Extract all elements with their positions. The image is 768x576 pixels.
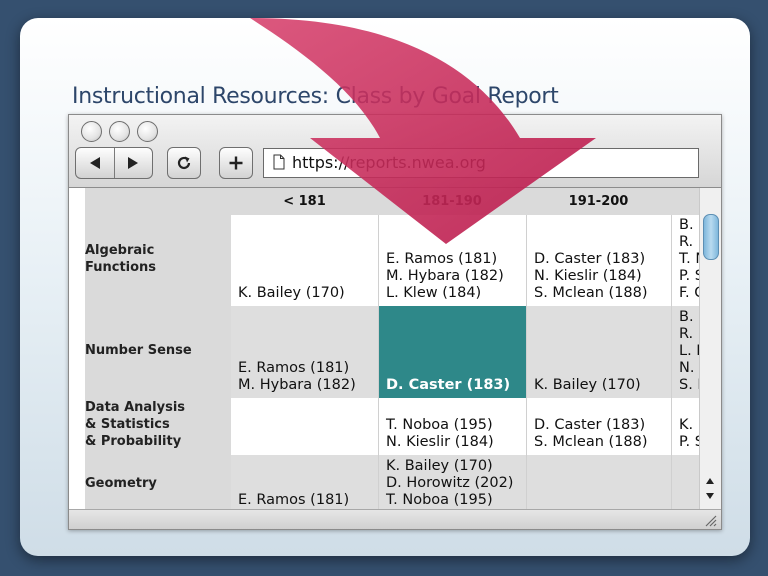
goal-cell[interactable]: B. IR. IT. NP. SF. C [671,215,699,306]
student-name: T. Noboa (195) [386,492,493,508]
row-label-line: & Statistics [85,417,170,432]
goal-cell[interactable]: D. Caster (183) [378,306,527,398]
goal-cell[interactable]: E. Ramos (181) M. Hybara (182) L. Klew (18… [378,215,527,306]
plus-icon [229,156,243,170]
goal-cell[interactable]: K. Bailey (170) [526,306,672,398]
window-zoom-button[interactable] [137,121,158,142]
student-name: B. I [679,217,699,233]
student-name: R. I [679,326,699,342]
row-label-line: Geometry [85,475,157,491]
status-bar [69,509,721,529]
row-label-line: Number Sense [85,342,192,358]
student-name: M. Hybara (182) [238,377,356,393]
student-name: P. S [679,268,699,284]
student-name: N. Kieslir (184) [386,434,494,450]
resize-grip-icon[interactable] [703,513,717,527]
forward-arrow-icon [128,157,138,169]
student-name: K. Bailey (170) [238,285,345,301]
browser-window: https://reports.nwea.org < 181 181-190 191… [68,114,722,530]
document-icon [273,154,285,170]
student-name: D. Caster (183) [386,377,511,393]
goal-cell[interactable] [231,398,378,455]
address-bar[interactable]: https://reports.nwea.org [263,148,699,178]
slide-title: Instructional Resources: Class by Goal R… [72,84,559,109]
student-name: S. I [679,377,699,393]
column-header: < 181 [283,194,326,209]
student-name: B. I [679,309,699,325]
forward-button[interactable] [114,148,152,178]
reload-button[interactable] [167,147,201,179]
goal-cell[interactable]: T. Noboa (195) N. Kieslir (184) [378,398,527,455]
row-label-line: Data Analysis [85,400,186,415]
reload-icon [177,156,191,170]
student-name: E. Ramos (181) [238,492,350,508]
new-tab-button[interactable] [219,147,253,179]
goal-cell[interactable]: K. Bailey (170) D. Horowitz (202) T. Noboa… [378,455,527,509]
student-name: E. Ramos (181) [386,251,498,267]
class-by-goal-report-table: < 181 181-190 191-200 Algebraic Functions K. … [69,188,699,509]
row-label-line: Algebraic [85,242,155,258]
browser-toolbar: https://reports.nwea.org [69,115,721,188]
scrollbar-thumb[interactable] [703,214,719,260]
student-name: N. Kieslir (184) [534,268,642,284]
student-name: L. Klew (184) [386,285,482,301]
student-name: K. Bailey (170) [534,377,641,393]
student-name: N. [679,360,695,376]
student-name: S. Mclean (188) [534,434,648,450]
column-header: 181-190 [422,194,482,209]
column-header [671,188,699,215]
student-name: E. Ramos (181) [238,360,350,376]
goal-cell[interactable] [671,455,699,509]
window-close-button[interactable] [81,121,102,142]
row-label: Geometry [85,475,157,492]
student-name: D. Caster (183) [534,251,646,267]
row-label: Algebraic Functions [85,242,156,276]
nav-button-group [75,147,153,179]
scroll-down-arrow-icon[interactable] [706,493,714,499]
student-name: S. Mclean (188) [534,285,648,301]
scroll-up-arrow-icon[interactable] [706,478,714,484]
student-name: T. Noboa (195) [386,417,493,433]
student-name: L. K [679,343,699,359]
student-name: K. [679,417,694,433]
goal-cell[interactable]: K. Bailey (170) [231,215,378,306]
vertical-scrollbar[interactable] [699,188,721,509]
row-label: Data Analysis & Statistics & Probability [85,399,185,450]
goal-cell[interactable]: K.P. S [671,398,699,455]
goal-cell[interactable]: E. Ramos (181) M. Hybara (182) [231,306,378,398]
back-arrow-icon [90,157,100,169]
student-name: F. C [679,285,699,301]
goal-cell[interactable]: D. Caster (183) N. Kieslir (184) S. Mclean… [526,215,672,306]
student-name: T. N [679,251,699,267]
window-minimize-button[interactable] [109,121,130,142]
student-name: D. Horowitz (202) [386,475,514,491]
student-name: R. I [679,234,699,250]
back-button[interactable] [76,148,115,178]
url-text: https://reports.nwea.org [292,153,486,172]
row-label-line: & Probability [85,434,182,449]
student-name: P. S [679,434,699,450]
goal-cell[interactable]: E. Ramos (181) [231,455,378,509]
row-label-line: Functions [85,259,157,275]
student-name: M. Hybara (182) [386,268,504,284]
row-label: Number Sense [85,342,192,359]
student-name: D. Caster (183) [534,417,646,433]
column-header: 191-200 [568,194,629,209]
student-name: K. Bailey (170) [386,458,493,474]
goal-cell[interactable]: D. Caster (183) S. Mclean (188) [526,398,672,455]
goal-cell[interactable]: B. IR. IL. KN.S. I [671,306,699,398]
goal-cell[interactable] [526,455,672,509]
